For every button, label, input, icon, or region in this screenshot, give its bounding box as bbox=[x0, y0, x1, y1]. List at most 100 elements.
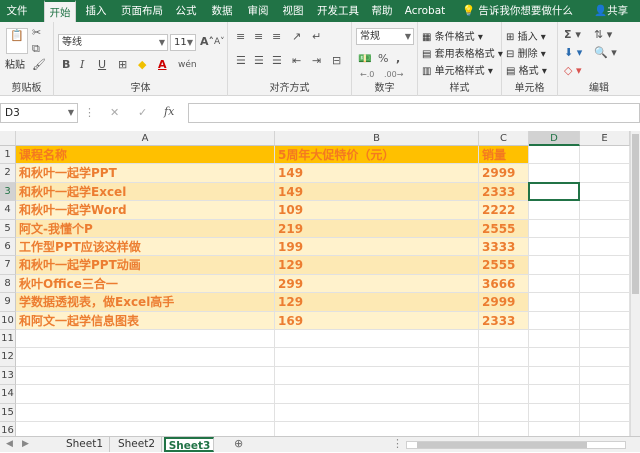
cell-e1[interactable] bbox=[580, 146, 630, 165]
row-header[interactable]: 3 bbox=[0, 182, 16, 202]
copy-icon[interactable]: ⧉ bbox=[32, 42, 40, 56]
column-header-a[interactable]: A bbox=[16, 131, 275, 146]
format-cells-button[interactable]: ▤ 格式 ▾ bbox=[506, 62, 547, 77]
ribbon-tab-8[interactable]: 开发工具 bbox=[314, 0, 362, 22]
cell-b15[interactable] bbox=[275, 403, 479, 422]
row-header[interactable]: 5 bbox=[0, 219, 16, 238]
cell-e8[interactable] bbox=[580, 274, 630, 294]
row-header[interactable]: 7 bbox=[0, 256, 16, 275]
ribbon-tab-4[interactable]: 公式 bbox=[172, 0, 200, 22]
ribbon-tab-5[interactable]: 数据 bbox=[208, 0, 236, 22]
cancel-icon[interactable]: ✕ bbox=[110, 106, 119, 120]
fill-color-icon[interactable]: ◆ bbox=[138, 58, 146, 72]
cell-b16[interactable] bbox=[275, 422, 479, 436]
cell-c6[interactable]: 3333 bbox=[479, 238, 529, 257]
cell-d10[interactable] bbox=[529, 311, 580, 330]
align-center-icon[interactable]: ☰ bbox=[254, 54, 264, 68]
cell-b5[interactable]: 219 bbox=[275, 219, 479, 238]
conditional-formatting-button[interactable]: ▦ 条件格式 ▾ bbox=[422, 28, 483, 43]
cell-e12[interactable] bbox=[580, 348, 630, 367]
cell-a4[interactable]: 和秋叶一起学Word bbox=[16, 201, 275, 220]
ribbon-tab-1[interactable]: 开始 bbox=[44, 0, 76, 24]
cell-e6[interactable] bbox=[580, 238, 630, 257]
row-header[interactable]: 8 bbox=[0, 274, 16, 294]
sheet-tab-sheet1[interactable]: Sheet1 bbox=[60, 437, 110, 452]
cell-a3[interactable]: 和秋叶一起学Excel bbox=[16, 182, 275, 202]
align-right-icon[interactable]: ☰ bbox=[272, 54, 282, 68]
orientation-icon[interactable]: ↗ bbox=[292, 30, 301, 44]
cell-c15[interactable] bbox=[479, 403, 529, 422]
cell-a13[interactable] bbox=[16, 366, 275, 386]
sort-filter-icon[interactable]: ⇅ ▾ bbox=[594, 28, 612, 42]
cell-c7[interactable]: 2555 bbox=[479, 256, 529, 275]
cell-c10[interactable]: 2333 bbox=[479, 311, 529, 330]
cell-a8[interactable]: 秋叶Office三合一 bbox=[16, 274, 275, 294]
cell-e10[interactable] bbox=[580, 311, 630, 330]
bold-button[interactable]: B bbox=[62, 58, 70, 72]
italic-button[interactable]: I bbox=[80, 58, 84, 72]
cell-b1[interactable]: 5周年大促特价（元） bbox=[275, 146, 479, 165]
tell-me-search[interactable]: 💡 告诉我你想要做什么 bbox=[462, 0, 573, 22]
row-header[interactable]: 15 bbox=[0, 403, 16, 422]
row-header[interactable]: 16 bbox=[0, 422, 16, 436]
decrease-indent-icon[interactable]: ⇤ bbox=[292, 54, 301, 68]
cell-d2[interactable] bbox=[529, 164, 580, 183]
name-box[interactable]: D3 ▼ bbox=[0, 103, 78, 123]
cell-b9[interactable]: 129 bbox=[275, 293, 479, 312]
delete-cells-button[interactable]: ⊟ 删除 ▾ bbox=[506, 45, 546, 60]
cell-b14[interactable] bbox=[275, 385, 479, 404]
insert-function-icon[interactable]: fx bbox=[164, 105, 174, 119]
cell-e5[interactable] bbox=[580, 219, 630, 238]
top-align-icon[interactable]: ≡ bbox=[236, 30, 245, 44]
align-left-icon[interactable]: ☰ bbox=[236, 54, 246, 68]
cell-c16[interactable] bbox=[479, 422, 529, 436]
tab-split-icon[interactable]: ⋮ bbox=[392, 437, 403, 451]
cell-e3[interactable] bbox=[580, 182, 630, 202]
column-header-d[interactable]: D bbox=[529, 131, 580, 146]
ribbon-tab-0[interactable]: 文件 bbox=[2, 0, 32, 22]
cell-a11[interactable] bbox=[16, 330, 275, 349]
row-header[interactable]: 1 bbox=[0, 146, 16, 165]
row-header[interactable]: 2 bbox=[0, 164, 16, 183]
cell-b2[interactable]: 149 bbox=[275, 164, 479, 183]
font-color-icon[interactable]: A bbox=[158, 58, 167, 72]
row-header[interactable]: 9 bbox=[0, 293, 16, 312]
column-header-b[interactable]: B bbox=[275, 131, 479, 146]
cell-d15[interactable] bbox=[529, 403, 580, 422]
row-header[interactable]: 13 bbox=[0, 366, 16, 386]
cell-b3[interactable]: 149 bbox=[275, 182, 479, 202]
cell-a10[interactable]: 和阿文一起学信息图表 bbox=[16, 311, 275, 330]
cell-styles-button[interactable]: ▥ 单元格样式 ▾ bbox=[422, 62, 493, 77]
comma-style-icon[interactable]: , bbox=[396, 52, 400, 66]
cell-c5[interactable]: 2555 bbox=[479, 219, 529, 238]
cell-e7[interactable] bbox=[580, 256, 630, 275]
row-header[interactable]: 11 bbox=[0, 330, 16, 349]
cell-d14[interactable] bbox=[529, 385, 580, 404]
grow-font-icon[interactable]: A˄ bbox=[200, 35, 214, 49]
cell-e15[interactable] bbox=[580, 403, 630, 422]
cell-b4[interactable]: 109 bbox=[275, 201, 479, 220]
cell-e9[interactable] bbox=[580, 293, 630, 312]
cell-d1[interactable] bbox=[529, 146, 580, 165]
cell-e4[interactable] bbox=[580, 201, 630, 220]
cell-b12[interactable] bbox=[275, 348, 479, 367]
font-size-box[interactable]: 11 ▼ bbox=[170, 34, 196, 51]
column-header-c[interactable]: C bbox=[479, 131, 529, 146]
more-options-icon[interactable]: ⋮ bbox=[84, 106, 95, 120]
insert-cells-button[interactable]: ⊞ 插入 ▾ bbox=[506, 28, 546, 43]
decrease-decimal-icon[interactable]: .00→ bbox=[384, 70, 403, 79]
cell-e11[interactable] bbox=[580, 330, 630, 349]
vertical-scroll-thumb[interactable] bbox=[632, 134, 639, 294]
cell-c3[interactable]: 2333 bbox=[479, 182, 529, 202]
cell-a9[interactable]: 学数据透视表，做Excel高手 bbox=[16, 293, 275, 312]
ribbon-tab-3[interactable]: 页面布局 bbox=[118, 0, 166, 22]
cell-c11[interactable] bbox=[479, 330, 529, 349]
cell-c8[interactable]: 3666 bbox=[479, 274, 529, 294]
cell-d12[interactable] bbox=[529, 348, 580, 367]
cell-d8[interactable] bbox=[529, 274, 580, 294]
cell-e13[interactable] bbox=[580, 366, 630, 386]
cell-c4[interactable]: 2222 bbox=[479, 201, 529, 220]
fill-icon[interactable]: ⬇ ▾ bbox=[564, 46, 582, 60]
borders-icon[interactable]: ⊞ bbox=[118, 58, 127, 72]
phonetic-icon[interactable]: wén bbox=[178, 58, 197, 72]
